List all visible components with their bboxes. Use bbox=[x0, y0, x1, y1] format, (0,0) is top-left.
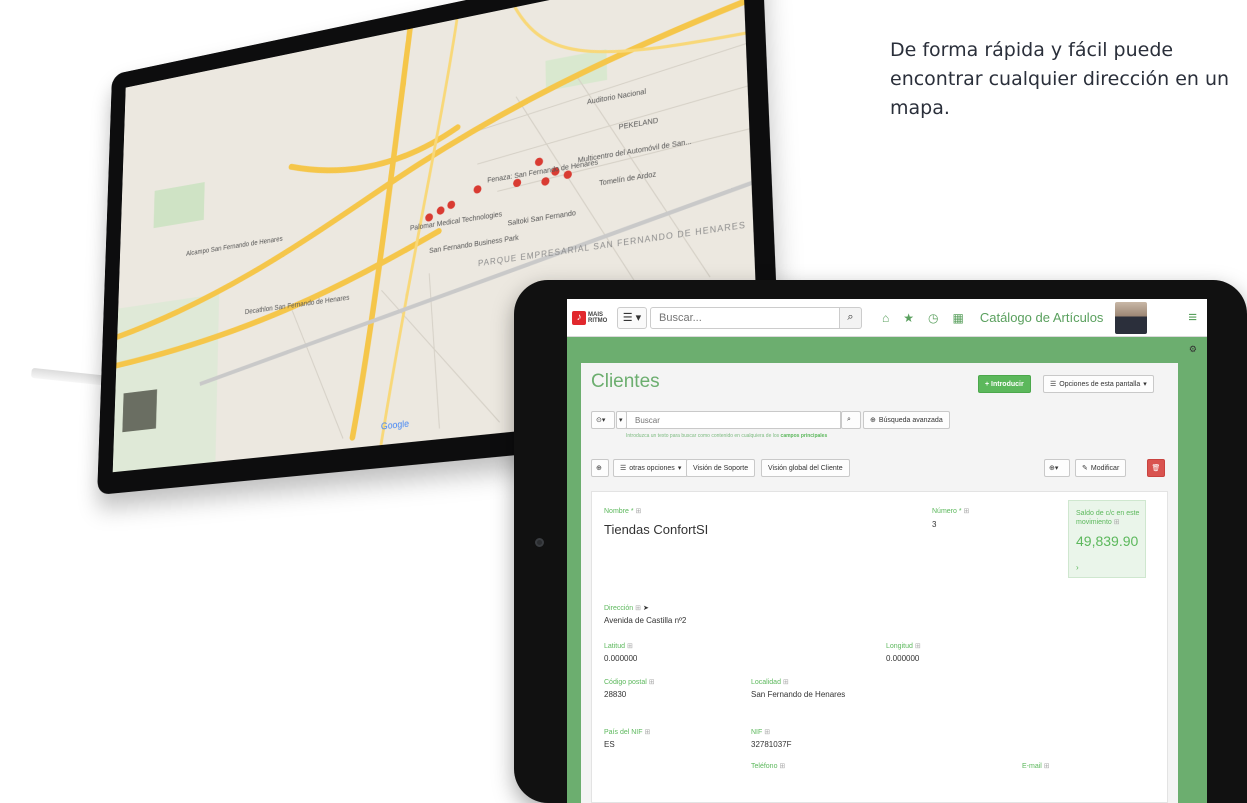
tagline: De forma rápida y fácil puede encontrar … bbox=[890, 39, 1230, 119]
postal-code-value: 28830 bbox=[604, 690, 627, 699]
search-icon: ⌕ bbox=[847, 311, 854, 323]
support-view-label: Visión de Soporte bbox=[693, 464, 749, 472]
chevron-right-icon[interactable]: › bbox=[1076, 563, 1079, 572]
zoom-record-button[interactable]: ⊕ bbox=[591, 459, 609, 477]
other-options-label: otras opciones bbox=[629, 464, 675, 472]
expand-icon[interactable]: ⊞ bbox=[644, 729, 650, 736]
zoom-icon: ⊕ bbox=[596, 465, 602, 472]
actions-dropdown-button[interactable]: ⊕▾ bbox=[1044, 459, 1070, 477]
expand-icon[interactable]: ⊞ bbox=[783, 679, 789, 686]
modify-button[interactable]: ✎ Modificar bbox=[1075, 459, 1127, 477]
address-value: Avenida de Castilla nº2 bbox=[604, 616, 687, 625]
screen-options-label: Opciones de esta pantalla bbox=[1059, 380, 1141, 388]
page-title: Clientes bbox=[591, 371, 660, 392]
expand-icon[interactable]: ⊞ bbox=[635, 605, 641, 612]
longitude-label: Longitud ⊞ bbox=[886, 643, 921, 650]
plus-circle-icon: ⊕▾ bbox=[1049, 465, 1059, 472]
global-search-input[interactable] bbox=[650, 306, 840, 329]
introduce-button[interactable]: + Introducir bbox=[978, 375, 1031, 393]
stage: De forma rápida y fácil puede encontrar … bbox=[0, 0, 1247, 803]
catalog-link[interactable]: Catálogo de Artículos bbox=[980, 310, 1104, 325]
app-logo[interactable]: ♪ MAIS RITMO bbox=[572, 310, 610, 325]
caret-down-icon: ▾ bbox=[619, 417, 623, 424]
expand-icon[interactable]: ⊞ bbox=[779, 763, 785, 770]
expand-icon[interactable]: ⊞ bbox=[764, 729, 770, 736]
client-view-label: Visión global del Cliente bbox=[768, 464, 843, 472]
expand-icon: ⊞ bbox=[1113, 519, 1120, 526]
top-icons: ⌂ ★ ◷ ▦ bbox=[882, 311, 964, 325]
other-options-button[interactable]: ☰ otras opciones ▾ bbox=[613, 459, 689, 477]
search-hint: Introduzca un texto para buscar como con… bbox=[626, 433, 827, 439]
clients-search-button[interactable]: ⌕ bbox=[841, 411, 861, 429]
number-value: 3 bbox=[932, 520, 937, 529]
name-label: Nombre * ⊞ bbox=[604, 508, 642, 515]
search-button[interactable]: ⌕ bbox=[840, 306, 862, 329]
clients-panel: Clientes + Introducir ☰ Opciones de esta… bbox=[581, 363, 1178, 803]
list-menu-button[interactable]: ☰ ▾ bbox=[617, 306, 647, 329]
latitude-label: Latitud ⊞ bbox=[604, 643, 633, 650]
hint-link[interactable]: campos principales bbox=[781, 433, 828, 439]
logo-icon: ♪ bbox=[572, 310, 586, 325]
screen-options-button[interactable]: ☰ Opciones de esta pantalla ▾ bbox=[1043, 375, 1154, 393]
app-screen: ♪ MAIS RITMO ☰ ▾ ⌕ ⌂ ★ ◷ ▦ Catálogo de A… bbox=[567, 299, 1207, 803]
longitude-value: 0.000000 bbox=[886, 654, 920, 663]
delete-button[interactable]: 🗑 bbox=[1147, 459, 1165, 477]
locality-label: Localidad ⊞ bbox=[751, 679, 789, 686]
caret-down-icon: ▾ bbox=[1143, 381, 1147, 388]
name-value: Tiendas ConfortSI bbox=[604, 522, 709, 537]
history-icon: ⊙▾ bbox=[596, 417, 606, 424]
expand-icon[interactable]: ⊞ bbox=[627, 643, 633, 650]
balance-box[interactable]: Saldo de c/c en este movimiento ⊞ 49,839… bbox=[1068, 500, 1146, 578]
logo-text: MAIS RITMO bbox=[588, 311, 608, 324]
settings-gear-icon[interactable]: ⚙ bbox=[1189, 344, 1197, 355]
list-icon: ☰ ▾ bbox=[622, 312, 642, 324]
nif-country-value: ES bbox=[604, 740, 615, 749]
zoom-icon: ⊕ bbox=[870, 417, 876, 424]
client-view-button[interactable]: Visión global del Cliente bbox=[761, 459, 850, 477]
trash-icon: 🗑 bbox=[1151, 465, 1161, 472]
edit-icon: ✎ bbox=[1082, 465, 1088, 472]
expand-icon[interactable]: ⊞ bbox=[1044, 763, 1050, 770]
client-detail-card: Nombre * ⊞ Tiendas ConfortSI Número * ⊞ … bbox=[591, 491, 1168, 803]
history-dropdown-button[interactable]: ⊙▾ bbox=[591, 411, 615, 429]
location-arrow-icon[interactable]: ➤ bbox=[643, 605, 649, 612]
hint-text: Introduzca un texto para buscar como con… bbox=[626, 433, 780, 439]
advanced-search-label: Búsqueda avanzada bbox=[878, 416, 943, 424]
nif-label: NIF ⊞ bbox=[751, 729, 771, 736]
email-label: E-mail ⊞ bbox=[1022, 763, 1050, 770]
support-view-button[interactable]: Visión de Soporte bbox=[686, 459, 756, 477]
search-icon: ⌕ bbox=[847, 416, 851, 423]
advanced-search-button[interactable]: ⊕ Búsqueda avanzada bbox=[863, 411, 950, 429]
top-navbar: ♪ MAIS RITMO ☰ ▾ ⌕ ⌂ ★ ◷ ▦ Catálogo de A… bbox=[567, 299, 1207, 337]
tablet-camera bbox=[535, 538, 544, 547]
balance-value: 49,839.90 bbox=[1076, 533, 1139, 549]
expand-icon[interactable]: ⊞ bbox=[636, 508, 642, 515]
home-icon[interactable]: ⌂ bbox=[882, 311, 889, 325]
avatar[interactable] bbox=[1115, 301, 1148, 334]
locality-value: San Fernando de Henares bbox=[751, 690, 846, 699]
modify-label: Modificar bbox=[1090, 464, 1120, 472]
nif-country-label: País del NIF ⊞ bbox=[604, 729, 651, 736]
balance-label: Saldo de c/c en este movimiento ⊞ bbox=[1076, 510, 1140, 526]
clients-search-input[interactable] bbox=[626, 411, 841, 429]
front-tablet: ♪ MAIS RITMO ☰ ▾ ⌕ ⌂ ★ ◷ ▦ Catálogo de A… bbox=[514, 280, 1247, 803]
address-label: Dirección ⊞ ➤ bbox=[604, 605, 649, 612]
nif-value: 32781037F bbox=[751, 740, 792, 749]
calendar-icon[interactable]: ▦ bbox=[953, 311, 964, 325]
hamburger-icon[interactable]: ≡ bbox=[1188, 309, 1197, 326]
postal-code-label: Código postal ⊞ bbox=[604, 679, 655, 686]
phone-label: Teléfono ⊞ bbox=[751, 763, 786, 770]
expand-icon[interactable]: ⊞ bbox=[915, 643, 921, 650]
number-label: Número * ⊞ bbox=[932, 508, 970, 515]
expand-icon[interactable]: ⊞ bbox=[649, 679, 655, 686]
introduce-label: + Introducir bbox=[985, 380, 1024, 388]
clock-icon[interactable]: ◷ bbox=[928, 311, 938, 325]
star-icon[interactable]: ★ bbox=[903, 311, 914, 325]
expand-icon[interactable]: ⊞ bbox=[964, 508, 970, 515]
list-icon: ☰ bbox=[620, 465, 627, 472]
caret-down-icon: ▾ bbox=[677, 465, 682, 472]
latitude-value: 0.000000 bbox=[604, 654, 638, 663]
list-icon: ☰ bbox=[1050, 381, 1057, 388]
